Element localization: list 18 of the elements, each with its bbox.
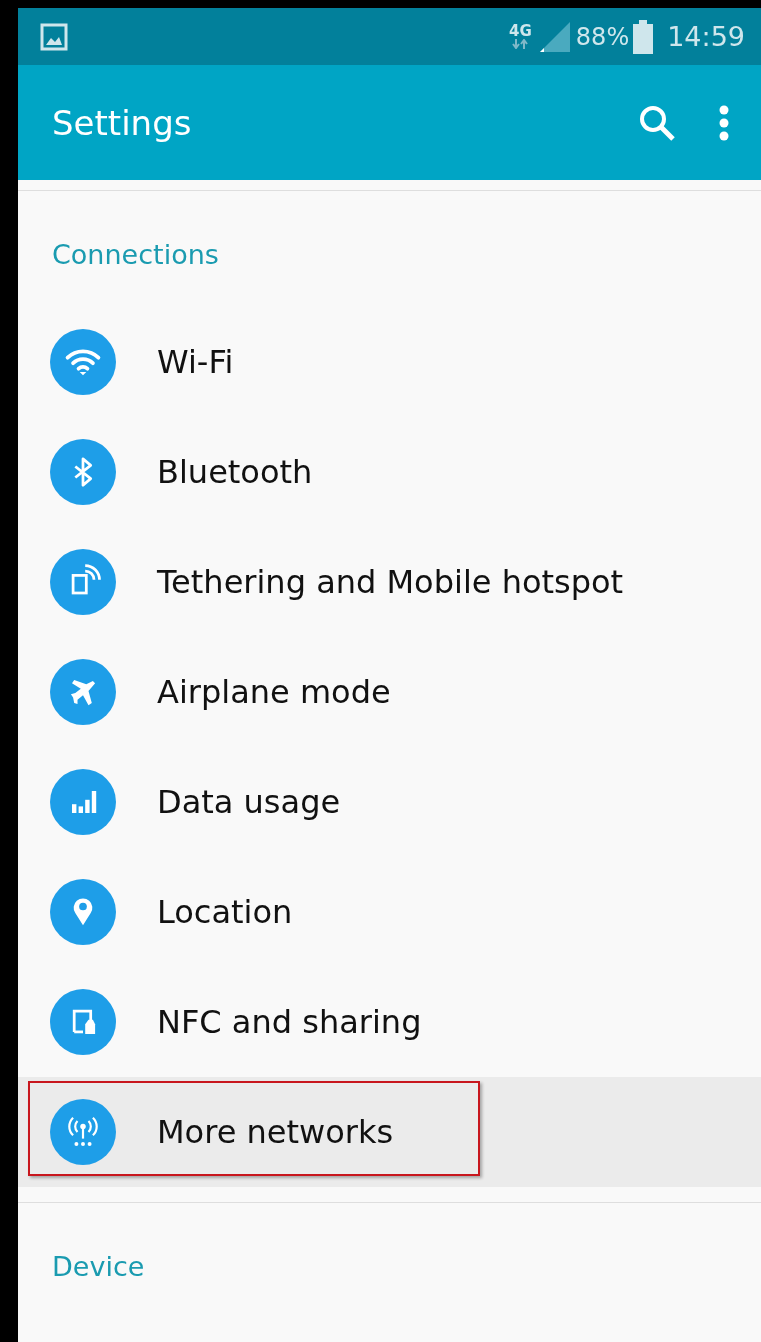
app-title: Settings <box>52 102 192 143</box>
settings-item[interactable]: Bluetooth <box>18 417 761 527</box>
settings-item[interactable]: NFC and sharing <box>18 967 761 1077</box>
settings-item[interactable]: More networks <box>18 1077 761 1187</box>
data-arrows-icon <box>512 39 529 49</box>
battery-icon <box>633 19 654 54</box>
settings-item[interactable]: Tethering and Mobile hotspot <box>18 527 761 637</box>
image-icon <box>40 22 68 51</box>
settings-item[interactable]: Location <box>18 857 761 967</box>
settings-item[interactable]: Airplane mode <box>18 637 761 747</box>
settings-item[interactable]: Data usage <box>18 747 761 857</box>
section-header: Connections <box>51 238 220 272</box>
more-options-button[interactable] <box>717 104 731 141</box>
network-type: 4G <box>509 24 532 39</box>
clock: 14:59 <box>667 21 745 52</box>
settings-item[interactable]: Wi-Fi <box>18 307 761 417</box>
section-header: Device <box>51 1250 146 1284</box>
battery-percent: 88% <box>575 22 630 51</box>
